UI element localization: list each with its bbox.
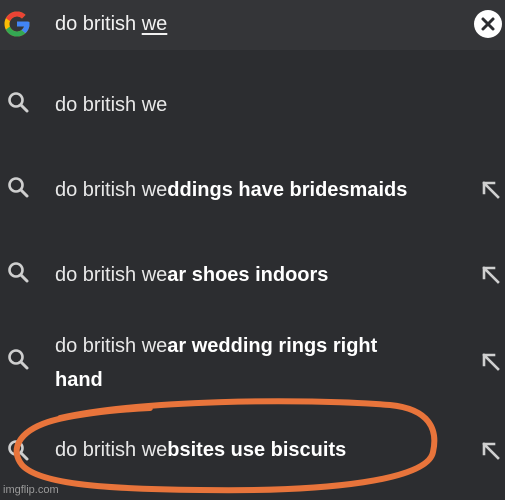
suggestion-item[interactable]: do british we — [0, 70, 505, 140]
suggestion-text: do british wear shoes indoors — [55, 264, 329, 286]
search-icon — [8, 349, 29, 370]
suggestion-item[interactable]: do british wear shoes indoors — [0, 240, 505, 310]
search-icon — [8, 440, 29, 461]
arrow-up-left-icon[interactable] — [480, 440, 502, 462]
search-icon — [8, 262, 29, 283]
clear-search-button[interactable] — [474, 10, 502, 38]
suggestion-text: do british wear wedding rings right hand — [55, 335, 378, 391]
search-input[interactable]: do british we — [55, 11, 167, 37]
arrow-up-left-icon[interactable] — [480, 351, 502, 373]
arrow-up-left-icon[interactable] — [480, 179, 502, 201]
query-cursor-word: we — [141, 13, 168, 35]
suggestion-item[interactable]: do british weddings have bridesmaids — [0, 155, 505, 225]
search-icon — [8, 177, 29, 198]
arrow-up-left-icon[interactable] — [480, 264, 502, 286]
suggestion-item[interactable]: do british websites use biscuits — [0, 420, 505, 482]
search-bar[interactable]: do british we — [0, 0, 505, 50]
google-logo-icon — [4, 11, 30, 37]
watermark: imgflip.com — [3, 484, 59, 496]
suggestion-text: do british websites use biscuits — [55, 439, 347, 461]
suggestion-text: do british we — [55, 94, 168, 116]
close-icon — [481, 17, 495, 31]
query-prefix: do british — [55, 13, 142, 35]
search-icon — [8, 92, 29, 113]
suggestion-item[interactable]: do british wear wedding rings right hand — [0, 325, 505, 405]
suggestion-text: do british weddings have bridesmaids — [55, 179, 408, 201]
